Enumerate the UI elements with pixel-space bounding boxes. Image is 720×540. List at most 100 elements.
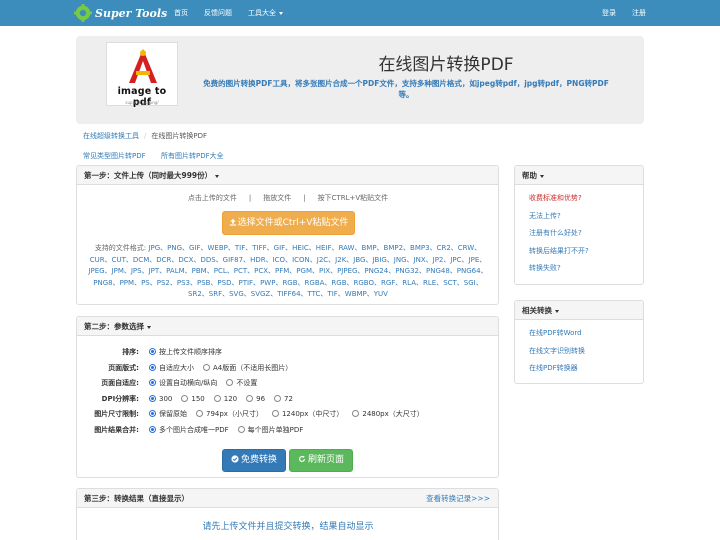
radio-size-limit-2[interactable]: 1240px（中尺寸） [271,410,343,418]
radio-page-layout-1[interactable]: A4版面（不适用长图片） [203,363,292,372]
option-choices-page-orientation: 设置自动横向/纵向 不设置 [149,377,266,389]
related-panel: 相关转换 在线PDF转Word 在线文字识别转换 在线PDF转换器 [514,300,644,384]
nav-tools-dropdown[interactable]: 工具大全 [248,8,283,18]
radio-label: 794px（小尺寸） [206,410,263,418]
caret-down-icon [555,309,559,313]
radio-circle-icon[interactable] [246,394,254,402]
breadcrumb-parent-link[interactable]: 在线超级转换工具 [83,132,139,140]
radio-size-limit-0[interactable]: 保留原始 [149,410,187,418]
related-panel-header[interactable]: 相关转换 [515,301,643,320]
option-label-merge: 图片结果合并: [94,425,139,434]
related-title: 相关转换 [522,306,552,315]
radio-circle-icon[interactable] [274,394,282,402]
logo-subtext: support jpg/png/ [125,100,159,105]
radio-circle-icon[interactable] [271,410,279,417]
hint-separator: | [248,194,252,202]
register-link[interactable]: 注册 [632,8,646,18]
radio-circle-icon[interactable] [352,410,360,417]
options-panel: 第二步：参数选择 排序: 按上传文件顺序排序 页面版式: 自适应大小 A4版面（不适用长… [76,316,499,478]
radio-dpi-0[interactable]: 300 [149,394,172,403]
brand-logo[interactable]: Super Tools [74,3,167,23]
caret-down-icon [215,174,220,178]
radio-page-orientation-1[interactable]: 不设置 [226,379,257,387]
radio-size-limit-3[interactable]: 2480px（大尺寸） [352,410,424,418]
radio-dpi-4[interactable]: 72 [274,394,293,403]
refresh-label: 刷新页面 [307,455,344,465]
radio-circle-icon[interactable] [149,379,156,386]
radio-page-layout-0[interactable]: 自适应大小 [149,363,194,372]
help-item-pricing[interactable]: 收费标准和优势? [529,190,629,208]
refresh-icon [299,455,305,462]
option-label-page-orientation: 页面自适应: [101,379,139,387]
option-choices-sort: 按上传文件顺序排序 [149,346,231,358]
result-panel-header: 第三步：转换结果（直接显示） 查看转换记录>>> [77,489,498,508]
radio-label: 2480px（大尺寸） [362,410,424,418]
radio-label: 96 [256,394,266,403]
radio-circle-icon[interactable] [226,379,234,386]
result-message: 请先上传文件并且提交转换，结果自动显示 [202,522,374,532]
page-description: 免费的图片转换PDF工具，将多张图片合成一个PDF文件，支持多种图片格式，如jp… [203,79,609,99]
upload-panel: 第一步：文件上传（同时最大999份） 点击上传的文件 | 拖放文件 | 按下CTRL+V… [76,165,499,305]
radio-circle-icon[interactable] [149,410,156,417]
radio-label: 自适应大小 [159,363,194,372]
radio-circle-icon[interactable] [196,410,203,417]
select-file-button[interactable]: 选择文件或Ctrl+V粘贴文件 [222,211,355,235]
related-item-pdf-converter[interactable]: 在线PDF转换器 [529,360,629,378]
radio-merge-0[interactable]: 多个图片合成唯一PDF [149,425,229,434]
radio-dpi-2[interactable]: 120 [213,394,238,403]
all-image-pdf-link[interactable]: 所有图片转PDF大全 [161,151,224,161]
upload-icon [229,218,236,226]
radio-label: 120 [223,394,238,403]
radio-circle-icon[interactable] [149,348,156,355]
caret-down-icon [540,174,544,178]
options-panel-header[interactable]: 第二步：参数选择 [77,317,498,336]
tool-logo: image to pdf support jpg/png/ [106,42,178,108]
radio-circle-icon[interactable] [237,425,245,433]
option-choices-merge: 多个图片合成唯一PDF 每个图片单独PDF [149,424,312,436]
convert-button[interactable]: 免费转换 [222,449,286,472]
help-item-cannot-open[interactable]: 转换后结果打不开? [529,243,629,261]
hint-separator: | [303,194,306,202]
convert-label: 免费转换 [240,455,277,465]
radio-circle-icon[interactable] [149,394,156,402]
help-panel-header[interactable]: 帮助 [515,166,643,185]
option-choices-page-layout: 自适应大小 A4版面（不适用长图片） [149,362,301,374]
breadcrumb: 在线超级转换工具 / 在线图片转换PDF [83,132,207,140]
radio-label: 72 [284,394,293,403]
related-item-pdf-word[interactable]: 在线PDF转Word [529,325,629,343]
option-choices-size-limit: 保留原始 794px（小尺寸） 1240px（中尺寸） 2480px（大尺寸） [149,408,433,420]
letter-a-logo-icon [129,49,157,83]
radio-label: 150 [191,394,205,403]
radio-label: 设置自动横向/纵向 [159,379,218,387]
radio-circle-icon[interactable] [149,425,156,433]
radio-sort-0[interactable]: 按上传文件顺序排序 [149,348,222,356]
radio-merge-1[interactable]: 每个图片单独PDF [237,425,304,434]
history-link[interactable]: 查看转换记录>>> [426,489,490,508]
nav-feedback-link[interactable]: 反馈问题 [204,8,232,18]
step2-title: 第二步：参数选择 [84,322,144,331]
radio-label: 每个图片单独PDF [247,425,304,434]
help-item-register-benefits[interactable]: 注册有什么好处? [529,225,629,243]
radio-circle-icon[interactable] [149,363,156,371]
help-panel: 帮助 收费标准和优势? 无法上传? 注册有什么好处? 转换后结果打不开? 转换失… [514,165,644,285]
radio-dpi-1[interactable]: 150 [181,394,205,403]
common-types-link[interactable]: 常见类型图片转PDF [83,151,146,161]
radio-size-limit-1[interactable]: 794px（小尺寸） [196,410,263,418]
help-item-failed[interactable]: 转换失败? [529,260,629,278]
refresh-button[interactable]: 刷新页面 [289,449,353,472]
radio-circle-icon[interactable] [181,394,189,402]
nav-home-link[interactable]: 首页 [174,8,188,18]
formats-prefix: 支持的文件格式: [94,244,147,252]
radio-page-orientation-0[interactable]: 设置自动横向/纵向 [149,379,217,387]
nav-tools-label: 工具大全 [248,9,276,17]
help-item-cannot-upload[interactable]: 无法上传? [529,208,629,226]
radio-dpi-3[interactable]: 96 [246,394,266,403]
caret-down-icon [279,11,283,15]
option-label-dpi: DPI分辨率: [101,394,139,403]
upload-panel-header[interactable]: 第一步：文件上传（同时最大999份） [77,166,498,185]
radio-circle-icon[interactable] [203,363,210,371]
top-navbar: Super Tools 首页 反馈问题 工具大全 登录 注册 [0,0,720,26]
related-item-ocr[interactable]: 在线文字识别转换 [529,343,629,361]
radio-circle-icon[interactable] [213,394,221,402]
login-link[interactable]: 登录 [602,8,616,18]
